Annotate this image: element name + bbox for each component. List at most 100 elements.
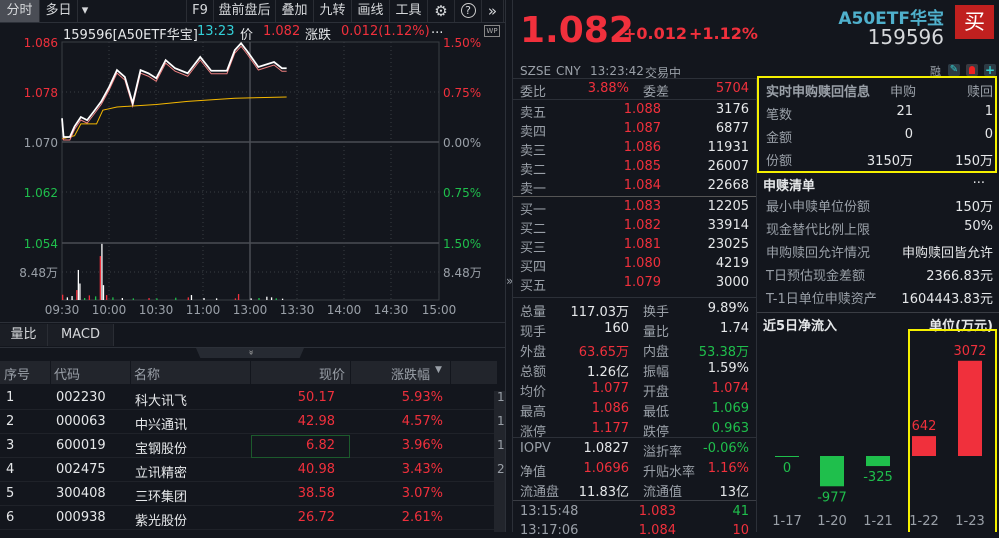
- fund-label: 流通值: [643, 485, 683, 500]
- chevron-down-icon: »: [245, 349, 256, 356]
- bid-price: 1.079: [623, 275, 661, 290]
- stock-change-pct: 3.43%: [401, 462, 443, 477]
- stat-value: 9.89%: [707, 301, 749, 316]
- y-tick-right: 1.50%: [443, 36, 481, 50]
- col-header-price[interactable]: 现价: [319, 364, 345, 383]
- stat-label: 均价: [520, 385, 547, 400]
- stat-label: 最低: [643, 405, 670, 420]
- row-index: 6: [6, 510, 15, 525]
- volume-tick-left: 8.48万: [19, 266, 58, 280]
- volume-bar: [156, 298, 158, 300]
- fund-value: 11.83亿: [578, 485, 629, 500]
- netflow-bar: [912, 436, 936, 456]
- ask-volume: 3176: [715, 102, 749, 117]
- trade-price: 1.083: [638, 504, 676, 519]
- netflow-value: 0: [783, 461, 791, 476]
- volume-bar: [258, 298, 260, 300]
- ask-volume: 11931: [707, 140, 749, 155]
- bid-price: 1.082: [623, 218, 661, 233]
- netflow-date: 1-23: [955, 514, 985, 529]
- ask-price: 1.086: [623, 140, 661, 155]
- intraday-chart[interactable]: 1.086 1.50% 1.078 0.75% 1.070 0.00% 1.062 0.75%…: [0, 0, 505, 322]
- netflow-value: 3072: [953, 344, 986, 359]
- stat-value: 1.077: [591, 381, 629, 396]
- list-label: 最小申赎单位份额: [766, 200, 871, 215]
- ask-price: 1.084: [623, 178, 661, 193]
- volume-bar: [234, 298, 237, 300]
- volume-bar: [101, 243, 103, 300]
- subscribe-header: 申购: [890, 85, 917, 100]
- volume-bar: [121, 298, 123, 300]
- ask-volume: 26007: [707, 159, 749, 174]
- bid-volume: 33914: [707, 218, 749, 233]
- stat-value: 0.963: [711, 421, 749, 436]
- ask-level-label: 卖四: [520, 125, 547, 140]
- stat-value: 160: [604, 321, 629, 336]
- bid-level-label: 买三: [520, 241, 547, 256]
- netflow-date: 1-20: [817, 514, 847, 529]
- stock-price: 42.98: [297, 414, 335, 429]
- volume-bar: [83, 298, 86, 300]
- netflow-date: 1-22: [909, 514, 939, 529]
- stock-change-pct: 4.57%: [401, 414, 443, 429]
- weicha-value: 5704: [715, 81, 749, 96]
- stat-value: 1.086: [591, 401, 629, 416]
- stock-name: 三环集团: [135, 490, 188, 505]
- volume-bar: [270, 297, 273, 300]
- x-tick: 15:00: [422, 303, 457, 317]
- stat-label: 振幅: [643, 365, 670, 380]
- stat-label: 总量: [520, 305, 547, 320]
- fund-value: 1.16%: [707, 461, 749, 476]
- y-tick-right: 0.75%: [443, 86, 481, 100]
- x-tick: 14:30: [374, 303, 409, 317]
- bid-level-label: 买四: [520, 260, 547, 275]
- stat-value: 117.03万: [570, 305, 630, 320]
- volume-bar: [77, 269, 80, 300]
- stock-change-pct: 5.93%: [401, 390, 443, 405]
- stock-name: 宝钢股份: [135, 442, 188, 457]
- extra-col-cell: 1: [497, 390, 505, 404]
- row-index: 1: [6, 390, 15, 405]
- x-tick: 11:00: [186, 303, 221, 317]
- ask-price: 1.088: [623, 102, 661, 117]
- stat-value: 1.74: [720, 321, 749, 336]
- bid-level-label: 买五: [520, 279, 547, 294]
- trade-time: 13:15:48: [520, 504, 579, 519]
- fund-value: 1.0696: [583, 461, 630, 476]
- volume-bar: [94, 296, 97, 300]
- y-tick-left: 1.054: [24, 237, 58, 251]
- col-header-change[interactable]: 涨跌幅: [391, 364, 430, 383]
- extra-col-cell: 2: [497, 462, 505, 476]
- col-header[interactable]: 名称: [134, 364, 160, 383]
- list-title: 申赎清单: [763, 179, 816, 194]
- tab-macd[interactable]: MACD: [48, 324, 114, 346]
- stock-code: 000938: [56, 510, 106, 525]
- sort-desc-icon[interactable]: ▼: [435, 365, 442, 375]
- trade-time: 13:17:06: [520, 523, 579, 538]
- extra-col-cell: 1: [497, 414, 505, 428]
- list-value: 1604443.83元: [901, 292, 993, 307]
- volume-bar: [112, 297, 114, 300]
- collapse-handle[interactable]: »: [196, 348, 304, 358]
- trade-price: 1.084: [638, 523, 676, 538]
- col-header[interactable]: 代码: [54, 364, 80, 383]
- y-tick-left: 1.070: [24, 136, 58, 150]
- ask-price: 1.085: [623, 159, 661, 174]
- subscription-label: 金额: [766, 131, 793, 146]
- stock-code: 600019: [56, 438, 106, 453]
- fund-value: -0.06%: [703, 441, 749, 456]
- netflow-date: 1-21: [863, 514, 893, 529]
- col-header[interactable]: 序号: [4, 364, 30, 383]
- y-tick-left: 1.086: [24, 36, 58, 50]
- bid-level-label: 买二: [520, 222, 547, 237]
- y-tick-left: 1.062: [24, 186, 58, 200]
- ask-level-label: 卖三: [520, 144, 547, 159]
- ask-level-label: 卖一: [520, 182, 547, 197]
- row-index: 3: [6, 438, 15, 453]
- netflow-date: 1-17: [772, 514, 802, 529]
- y-tick-right: 0.75%: [443, 186, 481, 200]
- volume-bar: [203, 298, 205, 300]
- volume-bar: [76, 290, 78, 300]
- tab-liangbi[interactable]: 量比: [0, 324, 48, 346]
- stock-price: 50.17: [297, 390, 335, 405]
